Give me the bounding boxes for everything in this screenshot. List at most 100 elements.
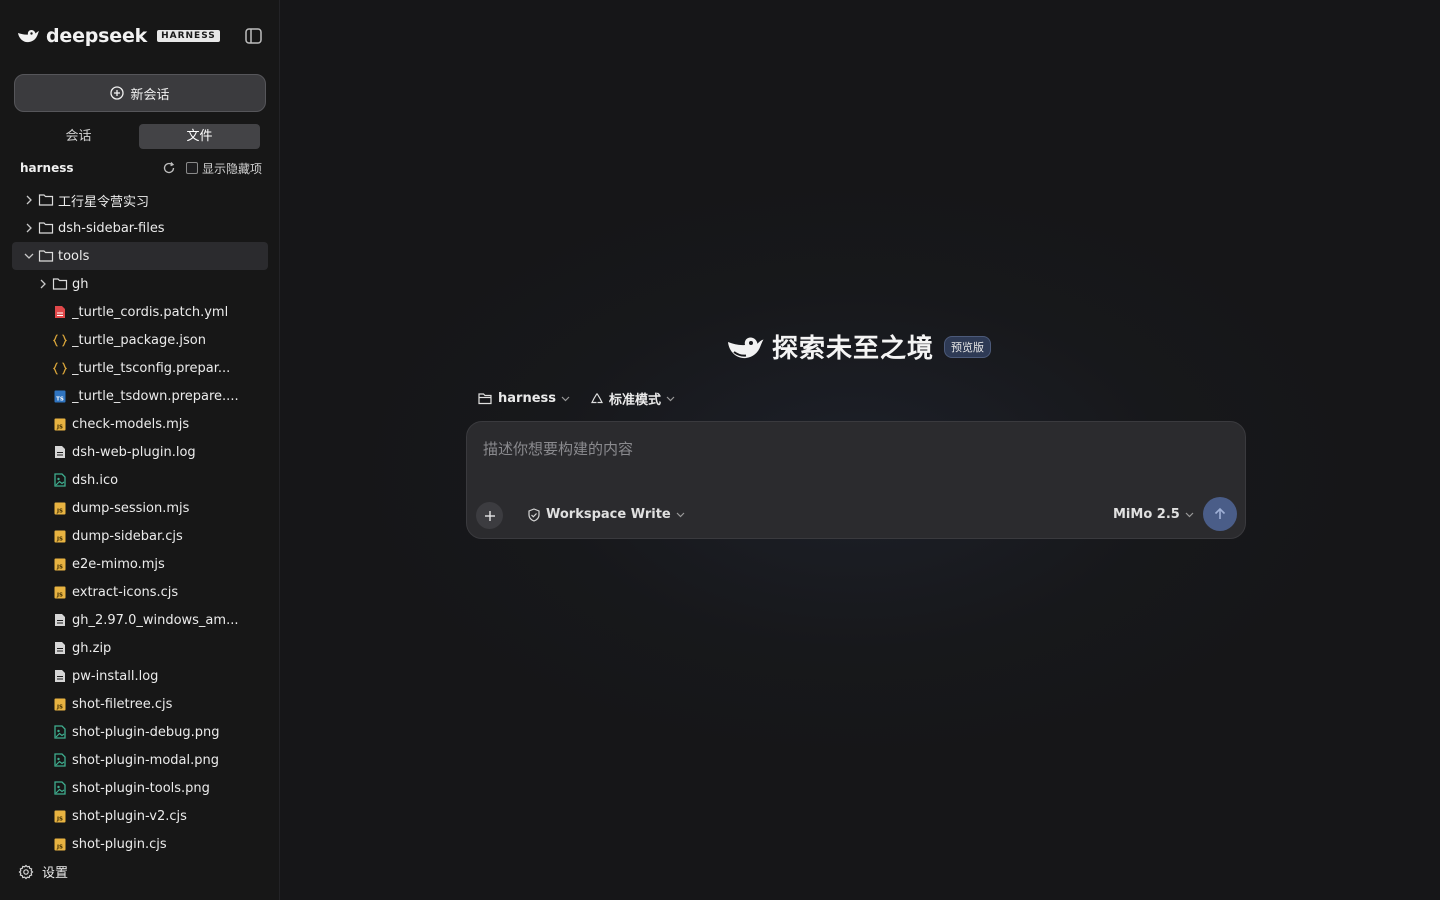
tree-file-row[interactable]: TS _turtle_tsdown.prepare.... <box>12 382 268 410</box>
tree-file-row[interactable]: dsh.ico <box>12 466 268 494</box>
mode-select[interactable]: 标准模式 <box>590 389 675 408</box>
js-file-icon: JS <box>52 416 68 432</box>
send-button[interactable] <box>1203 497 1237 531</box>
folder-icon <box>38 248 54 264</box>
tree-file-row[interactable]: JS shot-plugin-v2.cjs <box>12 802 268 830</box>
ts-file-icon: TS <box>52 388 68 404</box>
tree-file-row[interactable]: gh_2.97.0_windows_am... <box>12 606 268 634</box>
shield-check-icon <box>528 507 540 522</box>
tree-item-label: extract-icons.cjs <box>72 584 179 600</box>
tree-file-row[interactable]: JS dump-session.mjs <box>12 494 268 522</box>
svg-text:TS: TS <box>56 396 64 402</box>
tree-item-label: _turtle_tsdown.prepare.... <box>72 388 239 404</box>
prompt-input[interactable] <box>483 438 1223 478</box>
show-hidden-checkbox[interactable] <box>185 162 198 174</box>
image-file-icon <box>52 724 68 740</box>
chevron-right-icon[interactable] <box>36 277 50 291</box>
js-file-icon: JS <box>52 556 68 572</box>
file-icon <box>52 668 68 684</box>
yml-file-icon <box>52 304 68 320</box>
chevron-right-icon[interactable] <box>22 221 36 235</box>
tree-file-row[interactable]: gh.zip <box>12 634 268 662</box>
tree-file-row[interactable]: shot-plugin-tools.png <box>12 774 268 802</box>
sidebar-toggle-icon[interactable] <box>244 27 264 45</box>
tree-item-label: check-models.mjs <box>72 416 190 432</box>
tree-root-name: harness <box>20 161 74 175</box>
svg-text:JS: JS <box>56 844 63 850</box>
tree-folder-row[interactable]: gh <box>12 270 268 298</box>
folder-icon <box>52 276 68 292</box>
permission-select[interactable]: Workspace Write <box>527 507 685 522</box>
model-label: MiMo 2.5 <box>1113 507 1180 522</box>
image-file-icon <box>52 472 68 488</box>
new-chat-button[interactable]: 新会话 <box>14 74 266 112</box>
gear-icon <box>18 864 34 879</box>
tab-sessions[interactable]: 会话 <box>18 124 139 149</box>
tree-item-label: dump-sidebar.cjs <box>72 528 183 544</box>
tree-file-row[interactable]: JS dump-sidebar.cjs <box>12 522 268 550</box>
tree-file-row[interactable]: JS shot-plugin.cjs <box>12 830 268 858</box>
file-tree: 工行星令营实习 dsh-sidebar-files tools gh _turtle_c… <box>12 186 268 858</box>
tree-item-label: shot-plugin-debug.png <box>72 724 220 740</box>
tree-folder-row[interactable]: tools <box>12 242 268 270</box>
tree-file-row[interactable]: shot-plugin-debug.png <box>12 718 268 746</box>
settings-button[interactable]: 设置 <box>18 862 68 881</box>
arrow-up-icon <box>1214 507 1226 519</box>
svg-text:JS: JS <box>56 536 63 542</box>
brand[interactable]: deepseek HARNESS <box>16 24 220 48</box>
tree-file-row[interactable]: JS extract-icons.cjs <box>12 578 268 606</box>
tree-file-row[interactable]: shot-plugin-modal.png <box>12 746 268 774</box>
tree-file-row[interactable]: _turtle_cordis.patch.yml <box>12 298 268 326</box>
hero-title: 探索未至之境 <box>772 334 935 364</box>
sidebar-tabs: 会话 文件 <box>18 124 260 149</box>
workspace-label: harness <box>498 391 556 406</box>
tree-folder-row[interactable]: 工行星令营实习 <box>12 186 268 214</box>
refresh-icon[interactable] <box>162 161 176 175</box>
tree-folder-row[interactable]: dsh-sidebar-files <box>12 214 268 242</box>
js-file-icon: JS <box>52 696 68 712</box>
chevron-down-icon <box>561 396 570 401</box>
tree-file-row[interactable]: pw-install.log <box>12 662 268 690</box>
js-file-icon: JS <box>52 500 68 516</box>
folder-icon <box>38 220 54 236</box>
tree-item-label: dsh-sidebar-files <box>58 220 165 236</box>
chevron-right-icon[interactable] <box>22 193 36 207</box>
workspace-select[interactable]: harness <box>478 389 570 408</box>
brand-name: deepseek <box>46 25 148 47</box>
permission-label: Workspace Write <box>546 507 671 522</box>
svg-text:JS: JS <box>56 424 63 430</box>
tree-item-label: e2e-mimo.mjs <box>72 556 165 572</box>
tree-file-row[interactable]: JS shot-filetree.cjs <box>12 690 268 718</box>
attach-button[interactable] <box>476 502 503 529</box>
show-hidden-toggle[interactable]: 显示隐藏项 <box>185 160 262 177</box>
json-file-icon <box>52 332 68 348</box>
svg-text:JS: JS <box>56 592 63 598</box>
image-file-icon <box>52 780 68 796</box>
tree-file-row[interactable]: JS e2e-mimo.mjs <box>12 550 268 578</box>
tree-item-label: _turtle_package.json <box>72 332 206 348</box>
chevron-down-icon[interactable] <box>22 249 36 263</box>
model-select[interactable]: MiMo 2.5 <box>1113 507 1194 522</box>
tree-file-row[interactable]: _turtle_tsconfig.prepar... <box>12 354 268 382</box>
tree-file-row[interactable]: dsh-web-plugin.log <box>12 438 268 466</box>
settings-label: 设置 <box>42 866 69 881</box>
composer: Workspace Write MiMo 2.5 <box>466 421 1246 539</box>
tab-files[interactable]: 文件 <box>139 124 260 149</box>
tree-file-row[interactable]: JS check-models.mjs <box>12 410 268 438</box>
tree-file-row[interactable]: _turtle_package.json <box>12 326 268 354</box>
tree-item-label: 工行星令营实习 <box>58 194 150 210</box>
tree-item-label: _turtle_tsconfig.prepar... <box>72 360 231 376</box>
